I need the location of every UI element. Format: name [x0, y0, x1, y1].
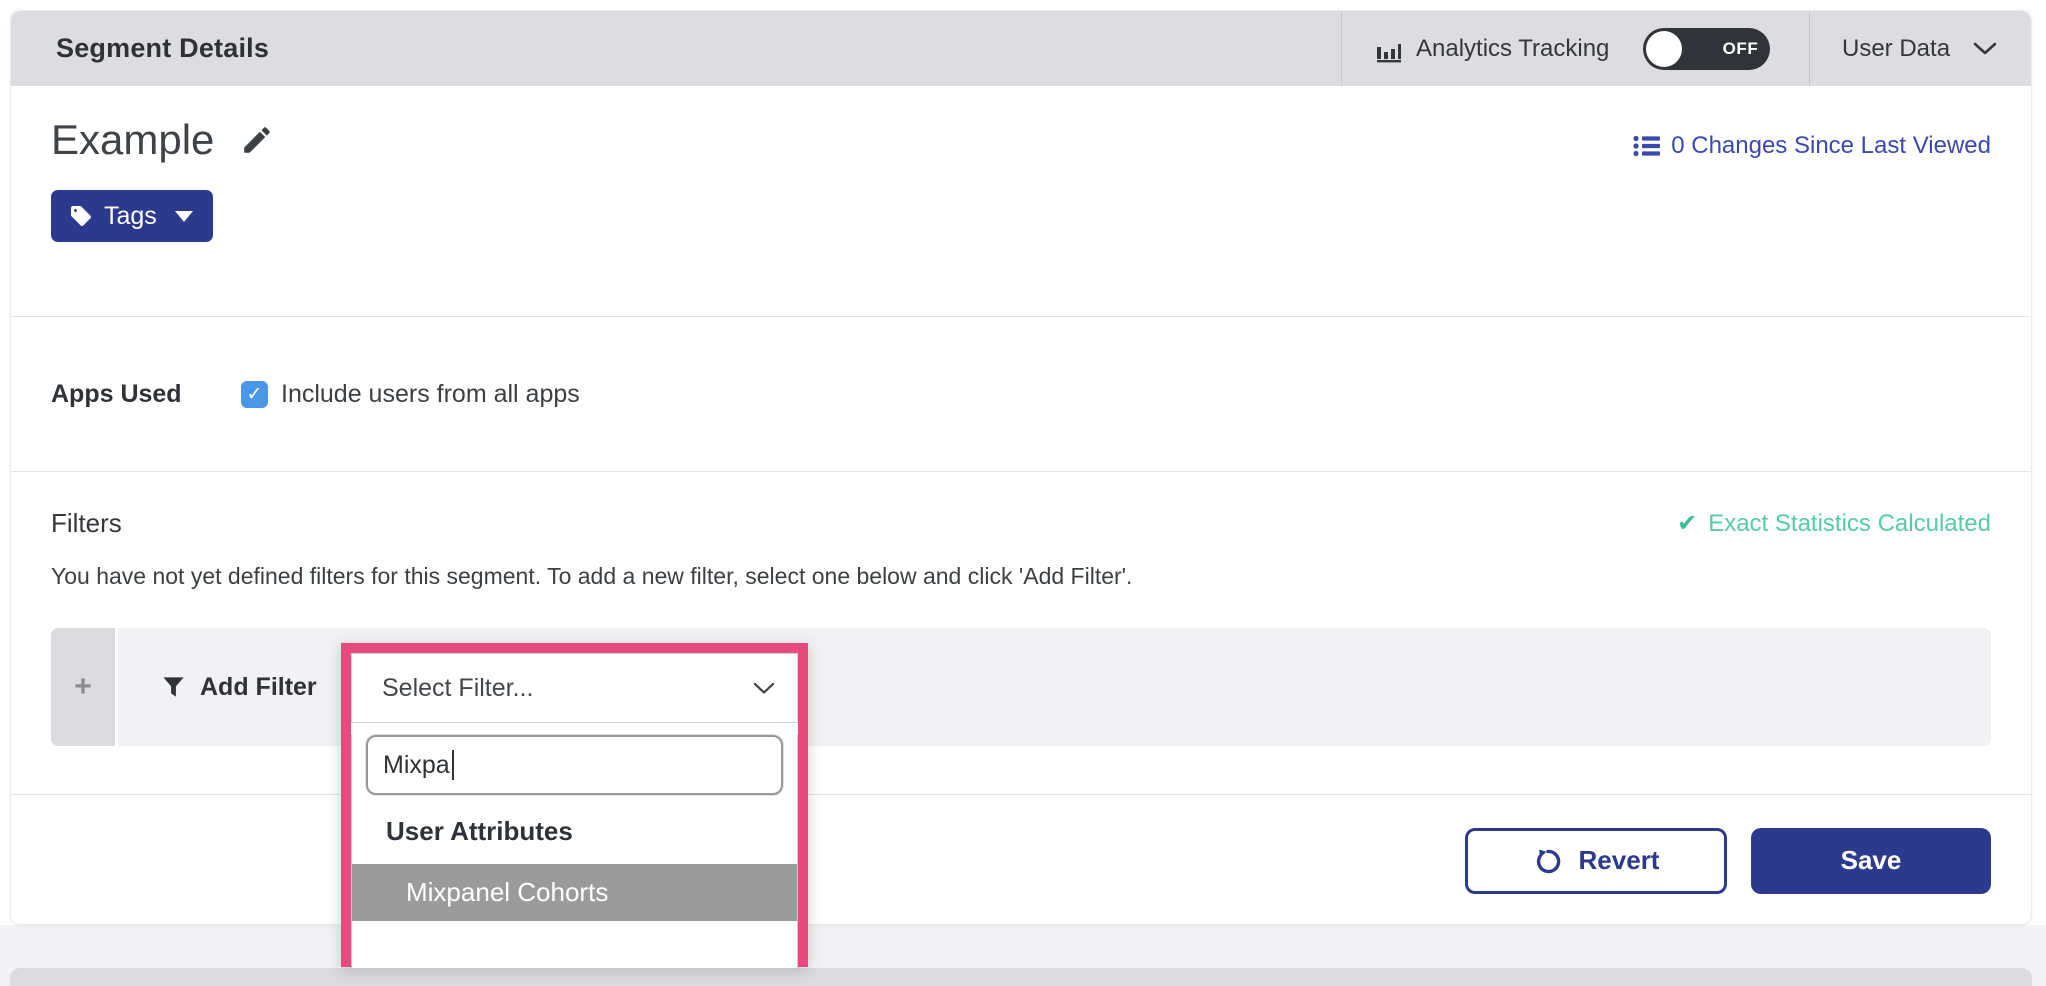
- add-filter-plus-button[interactable]: +: [51, 628, 115, 746]
- caret-down-icon: [175, 211, 193, 222]
- analytics-tracking-label: Analytics Tracking: [1416, 35, 1609, 63]
- changelist-icon: [1633, 135, 1660, 157]
- filters-heading: Filters: [51, 508, 122, 539]
- filters-empty-text: You have not yet defined filters for thi…: [51, 563, 1991, 590]
- next-panel-edge: [10, 968, 2032, 986]
- card-header: Segment Details Analytics Tracking OFF U…: [11, 11, 2031, 86]
- chevron-down-icon: [1973, 42, 1997, 56]
- filter-search-input[interactable]: Mixpa: [366, 735, 783, 795]
- revert-button[interactable]: Revert: [1465, 828, 1727, 894]
- user-data-label: User Data: [1842, 35, 1950, 63]
- analytics-tracking-section: Analytics Tracking OFF: [1341, 11, 1809, 86]
- status-label: Exact Statistics Calculated: [1708, 510, 1991, 538]
- filters-section: Filters ✔ Exact Statistics Calculated Yo…: [11, 472, 2031, 794]
- save-button[interactable]: Save: [1751, 828, 1991, 894]
- user-data-dropdown[interactable]: User Data: [1809, 11, 2031, 86]
- dropdown-option-mixpanel-cohorts[interactable]: Mixpanel Cohorts: [352, 864, 797, 921]
- select-filter-placeholder: Select Filter...: [382, 674, 533, 703]
- exact-statistics-status: ✔ Exact Statistics Calculated: [1677, 509, 1991, 538]
- tags-button-label: Tags: [104, 202, 157, 231]
- status-check-icon: ✔: [1677, 509, 1697, 538]
- bar-chart-icon: [1374, 35, 1402, 63]
- filter-dropdown-panel: Mixpa User Attributes Mixpanel Cohorts: [351, 735, 798, 969]
- save-button-label: Save: [1841, 845, 1902, 876]
- tags-button[interactable]: Tags: [51, 190, 213, 242]
- filter-select-highlight-box: Select Filter... Mixpa User Attributes M…: [341, 643, 808, 967]
- add-filter-label: Add Filter: [200, 673, 317, 702]
- page-title: Segment Details: [11, 11, 1341, 86]
- funnel-icon: [162, 676, 185, 698]
- segment-details-card: Segment Details Analytics Tracking OFF U…: [10, 10, 2032, 925]
- apps-used-label: Apps Used: [51, 380, 241, 409]
- card-footer: Revert Save: [11, 795, 2031, 926]
- revert-button-label: Revert: [1579, 845, 1660, 876]
- segment-title-section: Example: [11, 86, 2031, 316]
- include-all-apps-label: Include users from all apps: [281, 380, 580, 409]
- apps-used-section: Apps Used ✓ Include users from all apps: [11, 317, 2031, 471]
- checkmark-icon: ✓: [247, 383, 263, 406]
- changes-since-last-viewed-link[interactable]: 0 Changes Since Last Viewed: [1633, 132, 1991, 160]
- edit-name-pencil-icon[interactable]: [240, 123, 274, 157]
- text-cursor: [452, 750, 454, 780]
- tag-icon: [69, 204, 93, 228]
- plus-icon: +: [74, 670, 92, 704]
- revert-icon: [1533, 846, 1563, 876]
- select-filter-dropdown[interactable]: Select Filter...: [351, 653, 798, 723]
- chevron-down-icon: [753, 682, 775, 695]
- analytics-tracking-toggle[interactable]: OFF: [1643, 28, 1770, 70]
- filter-search-value: Mixpa: [383, 751, 450, 780]
- segment-name: Example: [51, 116, 214, 164]
- toggle-knob: [1646, 31, 1682, 67]
- toggle-state-label: OFF: [1723, 39, 1759, 59]
- changes-link-label: 0 Changes Since Last Viewed: [1671, 132, 1991, 160]
- include-all-apps-checkbox[interactable]: ✓: [241, 381, 268, 408]
- dropdown-group-header: User Attributes: [352, 795, 797, 864]
